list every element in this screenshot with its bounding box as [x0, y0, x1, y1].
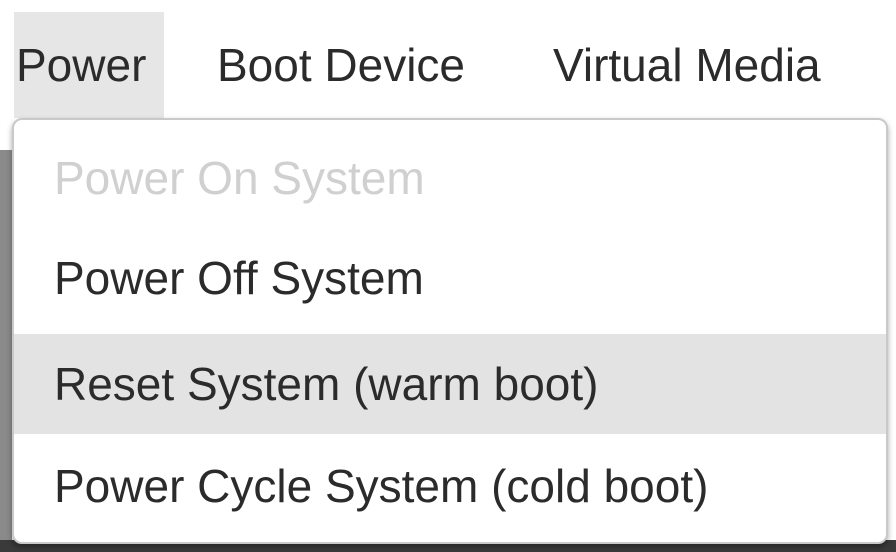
menu-bar: Power Boot Device Virtual Media — [0, 12, 896, 118]
background-panel-edge — [0, 150, 12, 552]
menu-item-power-off-system[interactable]: Power Off System — [14, 226, 886, 330]
menu-virtual-media[interactable]: Virtual Media — [553, 12, 821, 118]
menu-power[interactable]: Power — [14, 12, 164, 118]
menu-item-reset-system[interactable]: Reset System (warm boot) — [14, 334, 886, 434]
menu-boot-device[interactable]: Boot Device — [217, 12, 465, 118]
power-dropdown-menu: Power On System Power Off System Reset S… — [12, 118, 888, 544]
menu-item-power-on-system: Power On System — [54, 152, 425, 204]
menu-item-power-cycle-system[interactable]: Power Cycle System (cold boot) — [14, 434, 886, 538]
kvm-console-window: Power Boot Device Virtual Media Power On… — [0, 0, 896, 552]
